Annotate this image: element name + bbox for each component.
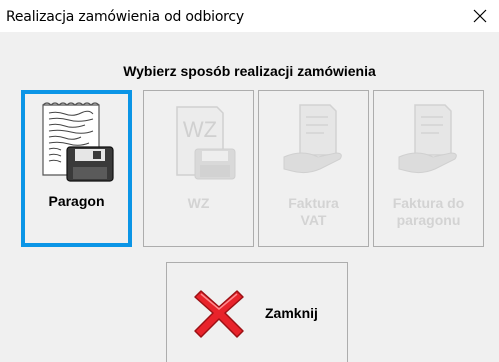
close-dialog-label: Zamknij xyxy=(265,305,318,321)
receipt-floppy-icon xyxy=(41,102,114,182)
wz-document-icon: WZ xyxy=(175,106,235,180)
dialog-heading: Wybierz sposób realizacji zamówienia xyxy=(123,63,376,79)
close-icon xyxy=(473,9,486,23)
option-label: WZ xyxy=(187,195,210,211)
option-label: Faktura VAT xyxy=(288,195,339,228)
red-x-icon xyxy=(194,290,244,338)
option-paragon-button[interactable]: Paragon xyxy=(21,90,132,247)
option-wz-button[interactable]: WZ WZ xyxy=(143,90,254,247)
window-close-button[interactable] xyxy=(460,0,499,32)
svg-text:WZ: WZ xyxy=(182,117,216,142)
option-faktura-vat-button[interactable]: Faktura VAT xyxy=(258,90,369,247)
hand-document-icon xyxy=(398,104,457,174)
dialog-body: Wybierz sposób realizacji zamówienia Par… xyxy=(0,32,499,362)
hand-document-icon xyxy=(283,104,342,174)
window-title: Realizacja zamówienia od odbiorcy xyxy=(6,9,245,25)
title-bar: Realizacja zamówienia od odbiorcy xyxy=(0,0,499,32)
option-faktura-do-paragonu-button[interactable]: Faktura do paragonu xyxy=(373,90,484,247)
option-label: Faktura do paragonu xyxy=(392,195,465,228)
close-dialog-button[interactable]: Zamknij xyxy=(166,262,348,362)
option-label: Paragon xyxy=(48,193,105,209)
